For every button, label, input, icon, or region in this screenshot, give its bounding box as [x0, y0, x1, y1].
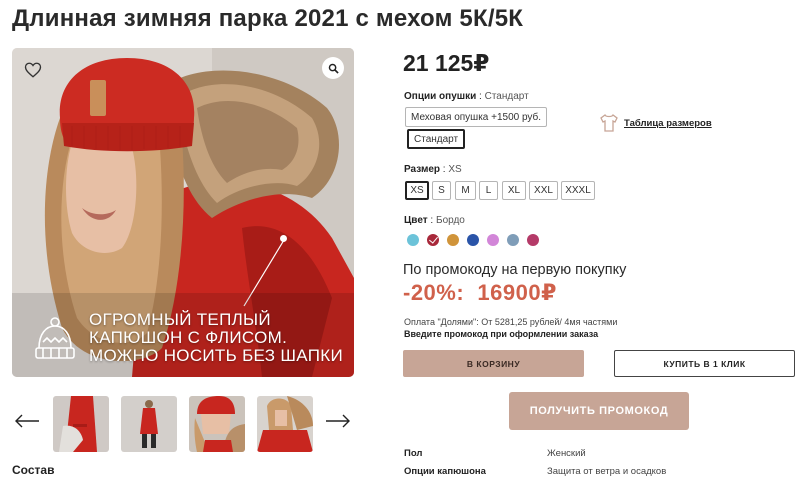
size-option-s[interactable]: S: [432, 181, 451, 200]
promo-price-value: 16900₽: [477, 280, 557, 305]
promo-discount: -20%:: [403, 280, 465, 305]
product-title: Длинная зимняя парка 2021 с мехом 5К/5К: [12, 5, 524, 32]
caption-line: МОЖНО НОСИТЬ БЕЗ ШАПКИ: [89, 346, 343, 365]
size-label-text: Размер: [404, 164, 441, 175]
size-option-xs[interactable]: XS: [405, 181, 429, 200]
size-table-link-text[interactable]: Таблица размеров: [624, 118, 712, 129]
size-option-xl[interactable]: XL: [502, 181, 526, 200]
product-main-image[interactable]: ОГРОМНЫЙ ТЕПЛЫЙ КАПЮШОН С ФЛИСОМ. МОЖНО …: [12, 48, 354, 377]
size-option-xxxl[interactable]: XXXL: [561, 181, 595, 200]
buy-one-click-button[interactable]: КУПИТЬ В 1 КЛИК: [614, 350, 795, 377]
promo-price: -20%: 16900₽: [403, 280, 557, 306]
arrow-right-icon[interactable]: [325, 414, 351, 428]
spec-value: Женский: [547, 448, 586, 459]
size-option-l[interactable]: L: [479, 181, 498, 200]
color-selected-value: Бордо: [436, 215, 465, 226]
spec-key: Опции капюшона: [404, 466, 486, 477]
color-swatch-burgundy[interactable]: [427, 234, 439, 246]
composition-heading: Состав: [12, 463, 55, 477]
size-table-link[interactable]: Таблица размеров: [599, 113, 712, 133]
color-label: Цвет : Бордо: [404, 215, 465, 226]
spec-value: Защита от ветра и осадков: [547, 466, 667, 477]
color-label-text: Цвет: [404, 215, 428, 226]
color-swatch-light-blue[interactable]: [407, 234, 419, 246]
add-to-cart-button[interactable]: В КОРЗИНУ: [403, 350, 584, 377]
thumbnail[interactable]: [189, 396, 245, 452]
image-caption: ОГРОМНЫЙ ТЕПЛЫЙ КАПЮШОН С ФЛИСОМ. МОЖНО …: [89, 311, 351, 365]
caption-line: ОГРОМНЫЙ ТЕПЛЫЙ: [89, 310, 271, 329]
color-swatch-grey-blue[interactable]: [507, 234, 519, 246]
trim-option-fur[interactable]: Меховая опушка +1500 руб.: [405, 107, 548, 127]
zoom-icon[interactable]: [322, 57, 344, 79]
spec-key: Пол: [404, 448, 423, 459]
trim-option-label: Опции опушки : Стандарт: [404, 91, 529, 102]
trim-label-text: Опции опушки: [404, 91, 477, 102]
size-selected-value: XS: [448, 164, 462, 175]
color-swatch-mustard[interactable]: [447, 234, 459, 246]
product-price: 21 125₽: [403, 50, 490, 76]
trim-option-standard[interactable]: Стандарт: [407, 129, 466, 149]
hotspot-dot[interactable]: [280, 235, 287, 242]
installment-info: Оплата "Долями": От 5281,25 рублей/ 4мя …: [404, 317, 618, 327]
heart-icon[interactable]: [24, 61, 42, 79]
trim-selected-value: Стандарт: [484, 91, 529, 102]
thumbnail[interactable]: [121, 396, 177, 452]
color-swatch-blue[interactable]: [467, 234, 479, 246]
caption-line: КАПЮШОН С ФЛИСОМ.: [89, 328, 288, 347]
promo-note: Введите промокод при оформлении заказа: [404, 329, 599, 339]
thumbnail[interactable]: [257, 396, 313, 452]
promo-heading: По промокоду на первую покупку: [403, 262, 627, 278]
size-label: Размер : XS: [404, 164, 462, 175]
shirt-icon: [600, 114, 618, 132]
arrow-left-icon[interactable]: [14, 414, 40, 428]
color-swatch-raspberry[interactable]: [527, 234, 539, 246]
color-swatch-lilac[interactable]: [487, 234, 499, 246]
thumbnail[interactable]: [53, 396, 109, 452]
size-option-m[interactable]: M: [455, 181, 476, 200]
get-promo-button[interactable]: ПОЛУЧИТЬ ПРОМОКОД: [509, 392, 689, 430]
size-option-xxl[interactable]: XXL: [529, 181, 558, 200]
beanie-icon: [31, 316, 79, 369]
